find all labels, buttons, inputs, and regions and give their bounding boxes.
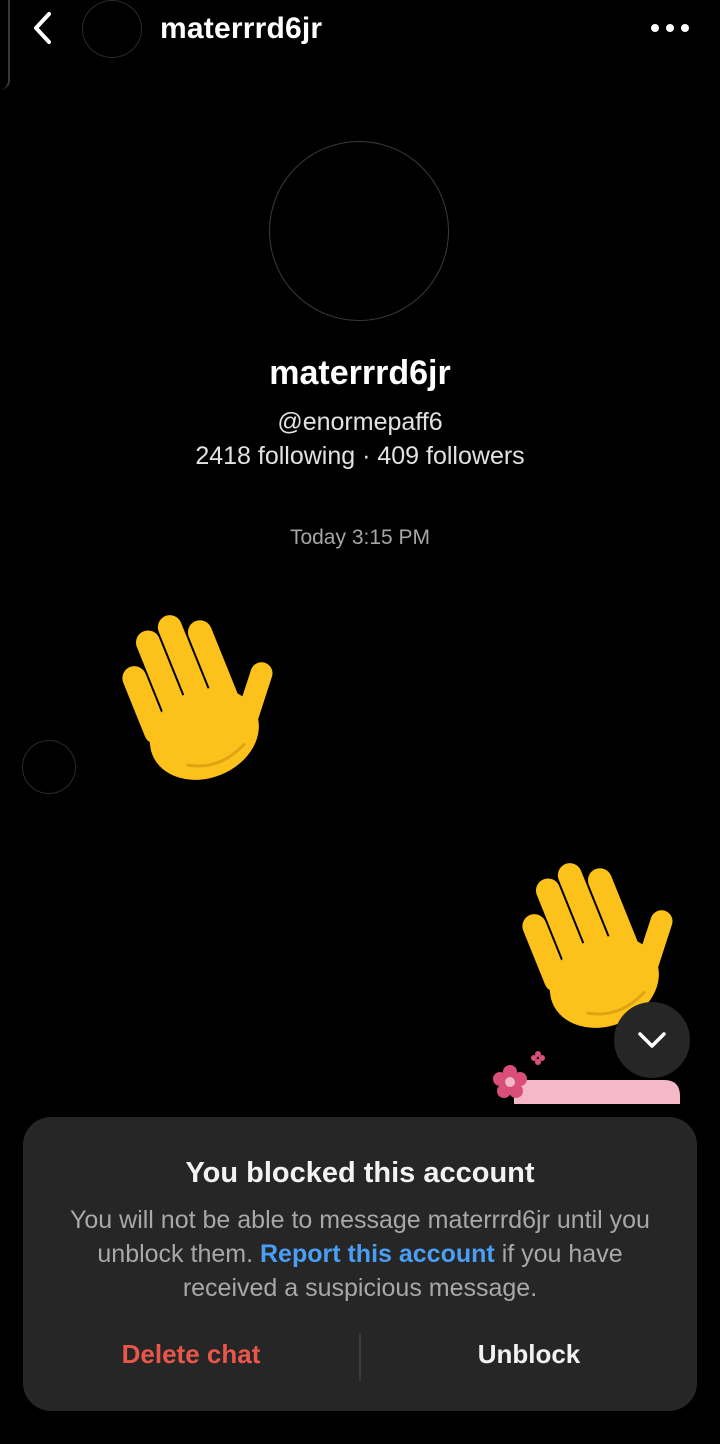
- more-horizontal-icon: [651, 24, 689, 32]
- window-edge: [0, 0, 10, 90]
- back-button[interactable]: [22, 8, 62, 48]
- profile-stats: 2418 following · 409 followers: [195, 442, 525, 470]
- waving-hand-emoji[interactable]: [92, 588, 292, 788]
- panel-divider: [359, 1333, 361, 1381]
- delete-chat-button[interactable]: Delete chat: [63, 1339, 319, 1370]
- chevron-left-icon: [34, 12, 51, 44]
- chat-screen: materrrd6jr materrrd6jr @enormepaff6 241…: [0, 0, 720, 1444]
- scroll-down-button[interactable]: [614, 1002, 690, 1078]
- profile-avatar[interactable]: [269, 141, 449, 321]
- blocked-description: You will not be able to message materrrd…: [57, 1203, 663, 1305]
- more-options-button[interactable]: [648, 14, 692, 42]
- report-account-link[interactable]: Report this account: [260, 1240, 495, 1268]
- chevron-down-icon: [638, 1032, 666, 1048]
- header-title[interactable]: materrrd6jr: [160, 12, 322, 46]
- header-avatar[interactable]: [82, 0, 142, 58]
- blocked-account-panel: You blocked this account You will not be…: [23, 1117, 697, 1411]
- profile-name: materrrd6jr: [269, 354, 451, 392]
- profile-handle: @enormepaff6: [277, 408, 443, 436]
- message-timestamp: Today 3:15 PM: [289, 526, 431, 549]
- sender-avatar[interactable]: [22, 740, 76, 794]
- blocked-title: You blocked this account: [185, 1157, 535, 1189]
- unblock-button[interactable]: Unblock: [401, 1339, 657, 1370]
